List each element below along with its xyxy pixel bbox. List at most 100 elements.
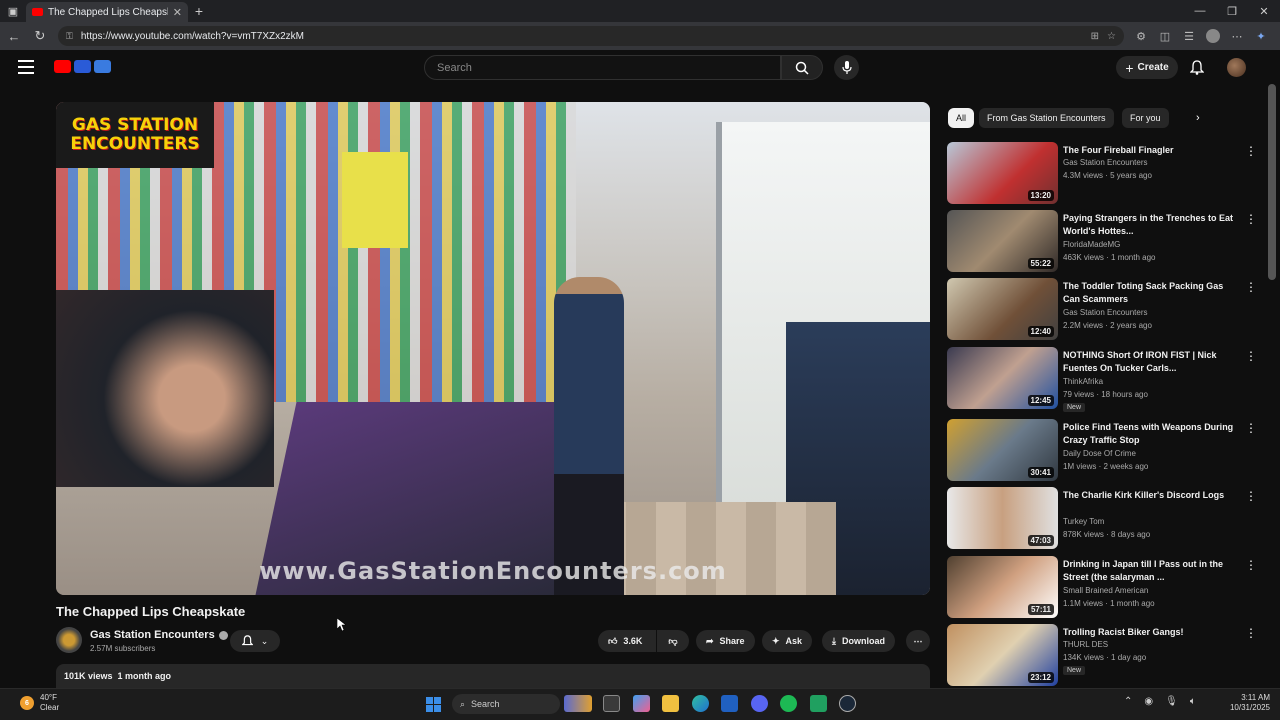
more-options-icon[interactable]: ⋮: [1245, 144, 1257, 158]
recommendation-item[interactable]: 57:11 Drinking in Japan till I Pass out …: [947, 556, 1257, 618]
file-explorer-icon[interactable]: [662, 695, 679, 712]
favorites-icon[interactable]: ☰: [1182, 30, 1196, 43]
chevron-up-icon[interactable]: ⌃: [1124, 696, 1132, 707]
network-icon[interactable]: ◉: [1144, 696, 1153, 707]
clock[interactable]: 3:11 AM 10/31/2025: [1222, 693, 1270, 713]
more-options-icon[interactable]: ⋮: [1245, 349, 1257, 363]
recommendation-title[interactable]: The Toddler Toting Sack Packing Gas Can …: [1063, 280, 1239, 306]
recommendation-title[interactable]: Trolling Racist Biker Gangs!: [1063, 626, 1239, 639]
more-options-icon[interactable]: ⋮: [1245, 489, 1257, 503]
recommendation-channel[interactable]: ThinkAfrika: [1063, 377, 1103, 386]
browser-menu-icon[interactable]: ⋯: [1230, 30, 1244, 43]
more-actions-button[interactable]: ⋯: [906, 630, 930, 652]
browser-tab[interactable]: The Chapped Lips Cheapskate ✕: [26, 2, 188, 22]
chevron-right-icon[interactable]: ›: [1196, 112, 1200, 124]
voice-search-button[interactable]: [834, 55, 859, 80]
close-tab-icon[interactable]: ✕: [173, 6, 182, 19]
recommendation-item[interactable]: 12:40 The Toddler Toting Sack Packing Ga…: [947, 278, 1257, 340]
video-thumbnail[interactable]: 57:11: [947, 556, 1058, 618]
share-button[interactable]: ➦ Share: [696, 630, 755, 652]
video-thumbnail[interactable]: 55:22: [947, 210, 1058, 272]
spotify-icon[interactable]: [780, 695, 797, 712]
recommendation-channel[interactable]: Gas Station Encounters: [1063, 308, 1148, 317]
widgets-app-icon[interactable]: [564, 695, 592, 712]
copilot-icon[interactable]: ✦: [1254, 30, 1268, 43]
chip-all[interactable]: All: [948, 108, 975, 128]
task-view-icon[interactable]: [603, 695, 620, 712]
new-tab-button[interactable]: +: [188, 3, 210, 19]
maximize-button[interactable]: ❐: [1216, 5, 1248, 18]
edge-browser-icon[interactable]: [692, 695, 709, 712]
account-avatar[interactable]: [1227, 58, 1246, 77]
extensions-icon[interactable]: ⚙: [1134, 30, 1148, 43]
store-app-icon[interactable]: [721, 695, 738, 712]
app-icon[interactable]: [810, 695, 827, 712]
more-options-icon[interactable]: ⋮: [1245, 558, 1257, 572]
hamburger-menu-icon[interactable]: [18, 60, 34, 74]
channel-avatar[interactable]: [56, 627, 82, 653]
recommendation-title[interactable]: Paying Strangers in the Trenches to Eat …: [1063, 212, 1239, 238]
search-button[interactable]: [781, 55, 823, 80]
like-button[interactable]: 👍︎ 3.6K: [598, 630, 656, 652]
tab-actions-icon[interactable]: ▣: [0, 0, 26, 22]
recommendation-item[interactable]: 12:45 NOTHING Short Of IRON FIST | Nick …: [947, 347, 1257, 412]
description-box[interactable]: 101K views 1 month ago: [56, 664, 930, 690]
video-thumbnail[interactable]: 30:41: [947, 419, 1058, 481]
channel-name[interactable]: Gas Station Encounters: [90, 629, 228, 641]
site-info-icon[interactable]: ⚿: [66, 31, 73, 42]
close-window-button[interactable]: ✕: [1248, 5, 1280, 18]
weather-widget[interactable]: 6 40°F Clear: [20, 693, 59, 713]
search-input[interactable]: Search: [424, 55, 781, 80]
dislike-button[interactable]: 👎︎: [657, 630, 689, 652]
video-thumbnail[interactable]: 12:45: [947, 347, 1058, 409]
recommendation-item[interactable]: 13:20 The Four Fireball Finagler Gas Sta…: [947, 142, 1257, 204]
download-button[interactable]: ⤓ Download: [822, 630, 895, 652]
recommendation-item[interactable]: 30:41 Police Find Teens with Weapons Dur…: [947, 419, 1257, 481]
recommendation-title[interactable]: The Four Fireball Finagler: [1063, 144, 1239, 157]
browser-profile-avatar[interactable]: [1206, 29, 1220, 43]
back-icon[interactable]: ←: [6, 29, 22, 44]
page-scrollbar[interactable]: [1268, 84, 1276, 280]
reload-icon[interactable]: ↻: [32, 28, 48, 44]
video-thumbnail[interactable]: 23:12: [947, 624, 1058, 686]
recommendation-item[interactable]: 55:22 Paying Strangers in the Trenches t…: [947, 210, 1257, 272]
recommendation-title[interactable]: NOTHING Short Of IRON FIST | Nick Fuente…: [1063, 349, 1239, 375]
chip-for-you[interactable]: For you: [1122, 108, 1169, 128]
more-options-icon[interactable]: ⋮: [1245, 280, 1257, 294]
microphone-icon[interactable]: 🎙︎: [1165, 696, 1178, 707]
taskbar-search[interactable]: ⌕ Search: [452, 694, 560, 714]
video-thumbnail[interactable]: 47:03: [947, 487, 1058, 549]
discord-icon[interactable]: [751, 695, 768, 712]
recommendation-title[interactable]: The Charlie Kirk Killer's Discord Logs: [1063, 489, 1239, 502]
more-options-icon[interactable]: ⋮: [1245, 421, 1257, 435]
app-install-icon[interactable]: ⊞: [1091, 31, 1099, 42]
recommendation-channel[interactable]: Turkey Tom: [1063, 517, 1104, 526]
notifications-button[interactable]: [1189, 60, 1205, 80]
subscription-notification-button[interactable]: ⌄: [230, 630, 280, 652]
recommendation-channel[interactable]: Small Brained American: [1063, 586, 1148, 595]
more-options-icon[interactable]: ⋮: [1245, 626, 1257, 640]
recommendation-title[interactable]: Drinking in Japan till I Pass out in the…: [1063, 558, 1239, 584]
speaker-icon[interactable]: 🔈︎: [1190, 696, 1196, 707]
recommendation-channel[interactable]: FloridaMadeMG: [1063, 240, 1120, 249]
video-thumbnail[interactable]: 12:40: [947, 278, 1058, 340]
recommendation-channel[interactable]: Gas Station Encounters: [1063, 158, 1148, 167]
split-screen-icon[interactable]: ◫: [1158, 30, 1172, 43]
more-options-icon[interactable]: ⋮: [1245, 212, 1257, 226]
recommendation-channel[interactable]: Daily Dose Of Crime: [1063, 449, 1136, 458]
create-button[interactable]: + Create: [1116, 56, 1178, 79]
recommendation-channel[interactable]: THURL DES: [1063, 640, 1108, 649]
recommendation-item[interactable]: 23:12 Trolling Racist Biker Gangs! THURL…: [947, 624, 1257, 686]
youtube-logo[interactable]: [54, 60, 111, 73]
recommendation-item[interactable]: 47:03 The Charlie Kirk Killer's Discord …: [947, 487, 1257, 549]
favorite-star-icon[interactable]: ☆: [1107, 31, 1116, 42]
chip-from-channel[interactable]: From Gas Station Encounters: [979, 108, 1114, 128]
recommendation-title[interactable]: Police Find Teens with Weapons During Cr…: [1063, 421, 1239, 447]
video-thumbnail[interactable]: 13:20: [947, 142, 1058, 204]
steam-icon[interactable]: [839, 695, 856, 712]
copilot-app-icon[interactable]: [633, 695, 650, 712]
address-bar[interactable]: ⚿ https://www.youtube.com/watch?v=vmT7XZ…: [58, 26, 1124, 46]
start-button[interactable]: [426, 697, 441, 712]
minimize-button[interactable]: —: [1184, 5, 1216, 18]
ask-button[interactable]: ✦ Ask: [762, 630, 813, 652]
